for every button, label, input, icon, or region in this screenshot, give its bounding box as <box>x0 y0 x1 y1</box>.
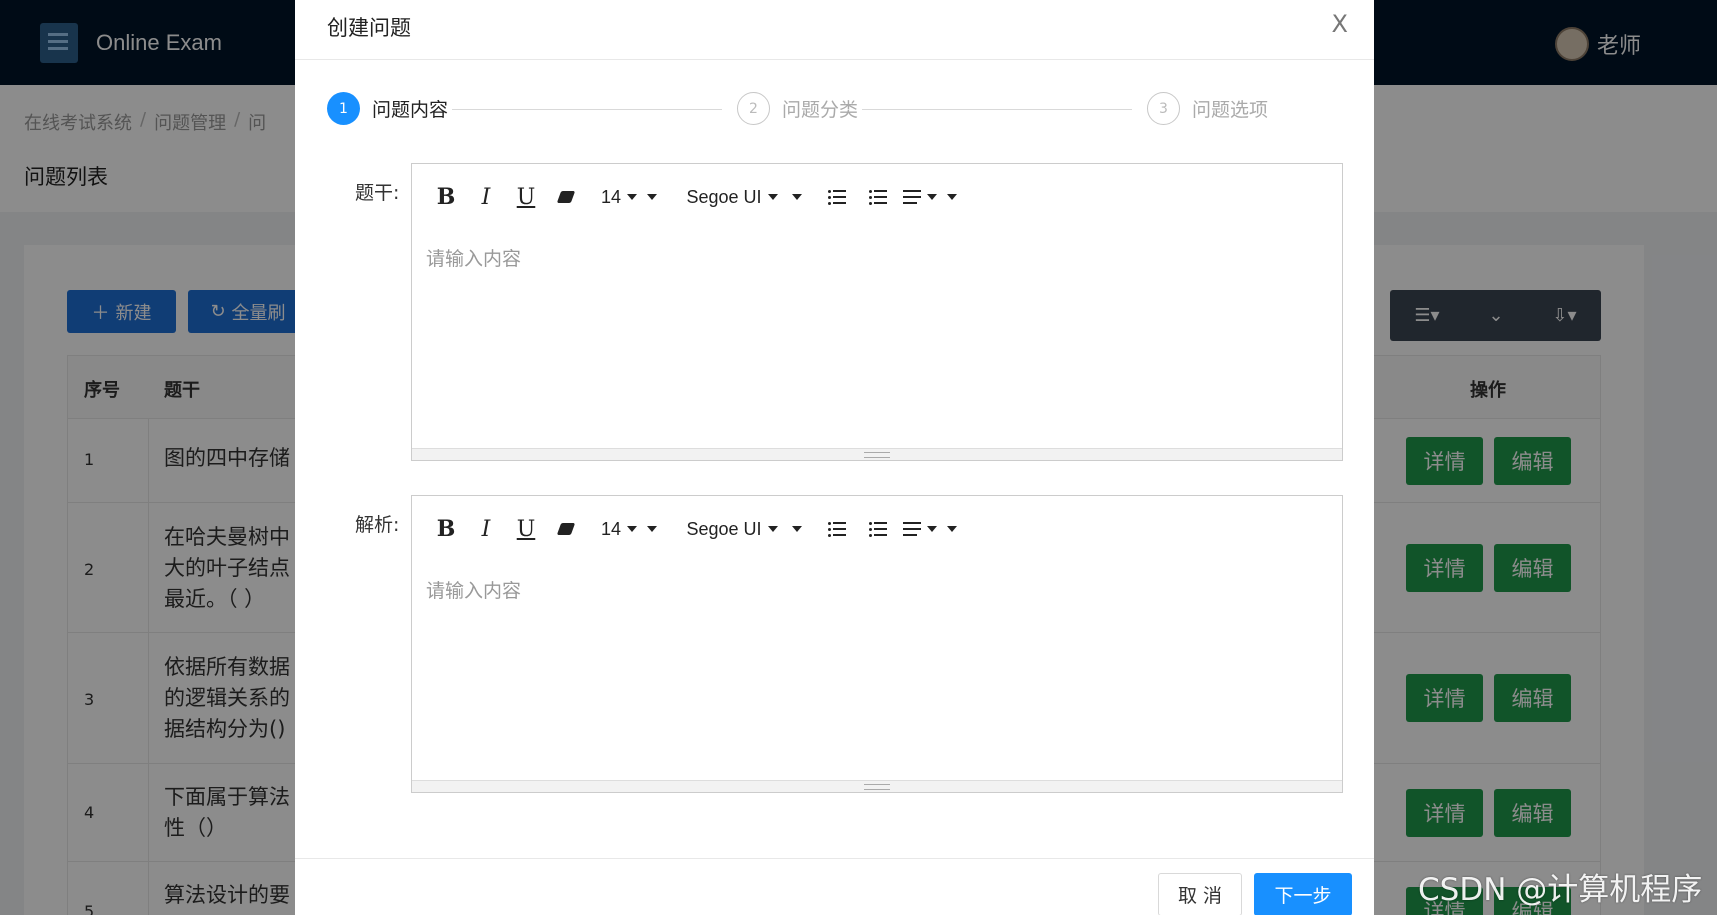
step-label: 问题选项 <box>1192 99 1269 121</box>
editor-content[interactable]: 请输入内容 <box>412 230 1342 448</box>
underline-button[interactable]: U <box>506 514 546 544</box>
italic-button[interactable]: I <box>466 514 506 544</box>
eraser-icon[interactable] <box>546 514 586 544</box>
align-dropdown[interactable] <box>898 514 962 544</box>
resize-handle[interactable] <box>412 448 1342 460</box>
editor-content[interactable]: 请输入内容 <box>412 562 1342 780</box>
next-step-button[interactable]: 下一步 <box>1254 873 1352 915</box>
modal-footer: 取 消 下一步 <box>295 858 1374 915</box>
step-1: 1 问题内容 <box>327 92 448 125</box>
close-icon[interactable]: X <box>1332 10 1348 38</box>
analysis-label: 解析: <box>355 514 400 536</box>
editor-toolbar: B I U 14 Segoe UI <box>412 496 1342 562</box>
align-dropdown[interactable] <box>898 182 962 212</box>
font-size-dropdown[interactable]: 14 <box>586 514 672 544</box>
bold-button[interactable]: B <box>426 182 466 212</box>
bold-button[interactable]: B <box>426 514 466 544</box>
step-label: 问题内容 <box>372 99 449 121</box>
stem-label: 题干: <box>355 182 400 204</box>
underline-button[interactable]: U <box>506 182 546 212</box>
modal-header: 创建问题 X <box>295 0 1374 60</box>
eraser-icon[interactable] <box>546 182 586 212</box>
step-connector <box>452 109 722 110</box>
numbered-list-icon[interactable] <box>857 182 898 212</box>
editor-toolbar: B I U 14 Segoe UI <box>412 164 1342 230</box>
bullet-list-icon[interactable] <box>816 514 857 544</box>
font-family-dropdown[interactable]: Segoe UI <box>672 182 816 212</box>
step-2: 2 问题分类 <box>737 92 858 125</box>
step-3: 3 问题选项 <box>1147 92 1268 125</box>
create-question-modal: 创建问题 X 1 问题内容 2 问题分类 3 问题选项 题干: B I U 14… <box>295 0 1374 915</box>
font-family-dropdown[interactable]: Segoe UI <box>672 514 816 544</box>
editor-placeholder: 请输入内容 <box>426 580 522 602</box>
numbered-list-icon[interactable] <box>857 514 898 544</box>
bullet-list-icon[interactable] <box>816 182 857 212</box>
editor-placeholder: 请输入内容 <box>426 248 522 270</box>
font-size-dropdown[interactable]: 14 <box>586 182 672 212</box>
modal-title: 创建问题 <box>327 16 411 40</box>
resize-handle[interactable] <box>412 780 1342 792</box>
step-connector <box>862 109 1132 110</box>
cancel-button[interactable]: 取 消 <box>1158 873 1242 915</box>
step-number: 3 <box>1147 92 1180 125</box>
watermark: CSDN @计算机程序 <box>1418 872 1703 908</box>
step-number: 2 <box>737 92 770 125</box>
stem-editor[interactable]: B I U 14 Segoe UI 请输入内容 <box>411 163 1343 461</box>
step-number: 1 <box>327 92 360 125</box>
analysis-editor[interactable]: B I U 14 Segoe UI 请输入内容 <box>411 495 1343 793</box>
steps: 1 问题内容 2 问题分类 3 问题选项 <box>327 92 1342 128</box>
step-label: 问题分类 <box>782 99 859 121</box>
italic-button[interactable]: I <box>466 182 506 212</box>
